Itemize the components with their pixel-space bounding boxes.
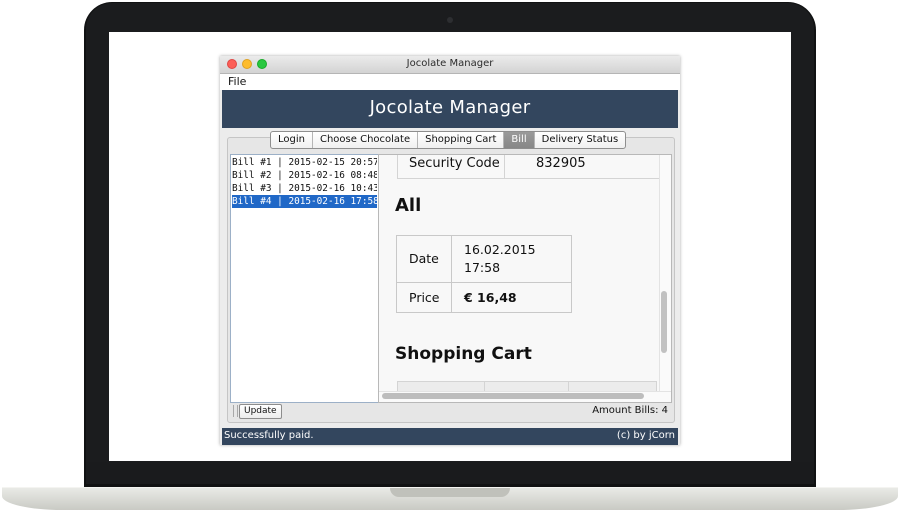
menu-bar: File bbox=[220, 74, 680, 90]
date-label: Date bbox=[409, 251, 439, 266]
tab-choose-chocolate[interactable]: Choose Chocolate bbox=[313, 132, 419, 148]
date-value: 16.02.2015 17:58 bbox=[464, 241, 564, 277]
security-code-table: Security Code 832905 bbox=[397, 155, 661, 179]
bill-list[interactable]: Bill #1 | 2015-02-15 20:57:20 Bill #2 | … bbox=[230, 154, 379, 403]
bill-list-item[interactable]: Bill #2 | 2015-02-16 08:48:17 bbox=[232, 169, 377, 182]
laptop-chin bbox=[86, 462, 814, 484]
vertical-scroll-thumb[interactable] bbox=[661, 291, 667, 353]
app-window: Jocolate Manager File Jocolate Manager L… bbox=[220, 56, 680, 445]
bill-detail-panel: Security Code 832905 All Date 16.02.2015… bbox=[378, 154, 672, 403]
tab-delivery-status[interactable]: Delivery Status bbox=[535, 132, 626, 148]
status-message: Successfully paid. bbox=[224, 430, 314, 441]
tab-shopping-cart[interactable]: Shopping Cart bbox=[418, 132, 505, 148]
security-code-value: 832905 bbox=[536, 156, 586, 171]
credit-text: (c) by jCorn bbox=[616, 430, 675, 441]
laptop-notch bbox=[390, 488, 510, 497]
tab-bill[interactable]: Bill bbox=[504, 132, 535, 148]
price-label: Price bbox=[409, 290, 440, 305]
horizontal-scroll-thumb[interactable] bbox=[382, 393, 644, 399]
amount-bills-label: Amount Bills: 4 bbox=[592, 405, 668, 416]
vertical-scrollbar[interactable] bbox=[659, 155, 671, 392]
all-summary-table: Date 16.02.2015 17:58 Price € 16,48 bbox=[396, 235, 572, 313]
bill-list-item-selected[interactable]: Bill #4 | 2015-02-16 17:58:34 bbox=[232, 195, 377, 208]
title-bar[interactable]: Jocolate Manager bbox=[220, 56, 680, 74]
window-title: Jocolate Manager bbox=[406, 58, 494, 69]
date-value-time: 17:58 bbox=[464, 260, 501, 275]
bill-list-item[interactable]: Bill #3 | 2015-02-16 10:43:57 bbox=[232, 182, 377, 195]
update-button[interactable]: Update bbox=[239, 404, 282, 419]
menu-file[interactable]: File bbox=[228, 75, 246, 88]
shopping-cart-heading: Shopping Cart bbox=[395, 344, 532, 364]
date-value-day: 16.02.2015 bbox=[464, 242, 536, 257]
all-heading: All bbox=[395, 195, 422, 216]
camera-icon bbox=[447, 17, 453, 23]
price-value: € 16,48 bbox=[464, 290, 517, 305]
bill-detail-content: Security Code 832905 All Date 16.02.2015… bbox=[379, 155, 661, 402]
tab-login[interactable]: Login bbox=[271, 132, 313, 148]
app-header: Jocolate Manager bbox=[222, 90, 678, 128]
table-column-divider bbox=[451, 236, 452, 312]
status-bar: Successfully paid. (c) by jCorn bbox=[222, 428, 678, 445]
app-header-title: Jocolate Manager bbox=[369, 97, 531, 118]
tab-bar: Login Choose Chocolate Shopping Cart Bil… bbox=[270, 131, 627, 149]
toolbar-grip-icon[interactable] bbox=[233, 405, 238, 417]
bill-list-item[interactable]: Bill #1 | 2015-02-15 20:57:20 bbox=[232, 156, 377, 169]
security-code-label-cell: Security Code bbox=[398, 155, 505, 178]
security-code-label: Security Code bbox=[409, 156, 500, 171]
